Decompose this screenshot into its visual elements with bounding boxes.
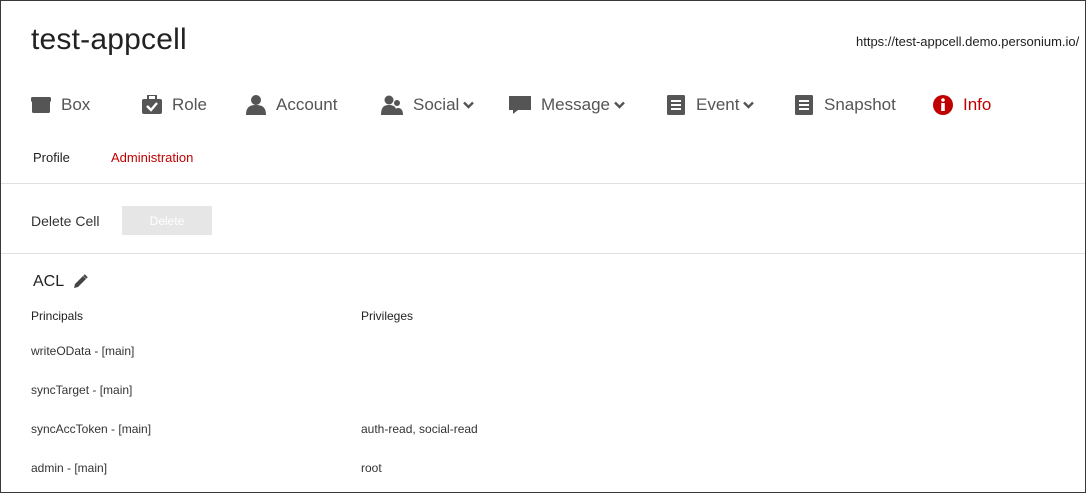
- app-frame: test-appcell https://test-appcell.demo.p…: [0, 0, 1086, 493]
- nav-item-label: Role: [172, 95, 207, 114]
- message-icon: [509, 95, 531, 115]
- principal-cell: syncTarget - [main]: [31, 383, 133, 397]
- nav-item-snapshot[interactable]: Snapshot: [794, 87, 896, 123]
- user-icon: [246, 95, 266, 115]
- nav-item-label: Event: [696, 95, 740, 114]
- privileges-cell: auth-read, social-read: [361, 422, 478, 436]
- event-icon: [666, 95, 686, 115]
- delete-cell-label: Delete Cell: [31, 213, 100, 229]
- principal-cell: admin - [main]: [31, 461, 108, 475]
- role-badge-icon: [142, 95, 162, 115]
- privileges-cell: root: [361, 461, 382, 475]
- nav-item-event[interactable]: Event: [666, 87, 755, 123]
- nav-item-social[interactable]: Social: [381, 87, 475, 123]
- divider: [1, 183, 1085, 184]
- nav-item-label: Message: [541, 95, 610, 114]
- acl-section-title: ACL: [33, 273, 88, 291]
- column-header-privileges: Privileges: [361, 309, 414, 323]
- chevron-down-icon: [743, 101, 755, 109]
- box-icon: [31, 95, 51, 115]
- social-icon: [381, 95, 403, 115]
- nav-item-account[interactable]: Account: [246, 87, 337, 123]
- nav-item-label: Social: [413, 95, 460, 114]
- cell-url: https://test-appcell.demo.personium.io/: [856, 34, 1080, 49]
- main-nav: Box Role Account Social Message Event Sn…: [1, 87, 1085, 123]
- nav-item-label: Box: [61, 95, 91, 114]
- nav-item-label: Info: [963, 95, 992, 114]
- chevron-down-icon: [614, 101, 625, 109]
- tab-profile[interactable]: Profile: [33, 150, 70, 165]
- nav-item-box[interactable]: Box: [31, 87, 90, 123]
- nav-item-label: Snapshot: [824, 95, 896, 114]
- tab-administration[interactable]: Administration: [111, 150, 193, 165]
- nav-item-message[interactable]: Message: [509, 87, 625, 123]
- column-header-principals: Principals: [31, 309, 84, 323]
- nav-item-label: Account: [276, 95, 338, 114]
- principal-cell: writeOData - [main]: [31, 344, 135, 358]
- info-icon: [933, 95, 953, 115]
- delete-button[interactable]: Delete: [122, 206, 212, 235]
- cell-title: test-appcell: [31, 23, 187, 56]
- chevron-down-icon: [463, 101, 475, 109]
- nav-item-info[interactable]: Info: [933, 87, 991, 123]
- acl-title-text: ACL: [33, 273, 65, 290]
- nav-item-role[interactable]: Role: [142, 87, 207, 123]
- divider: [1, 253, 1085, 254]
- principal-cell: syncAccToken - [main]: [31, 422, 152, 436]
- pencil-icon[interactable]: [72, 274, 88, 290]
- snapshot-icon: [794, 95, 814, 115]
